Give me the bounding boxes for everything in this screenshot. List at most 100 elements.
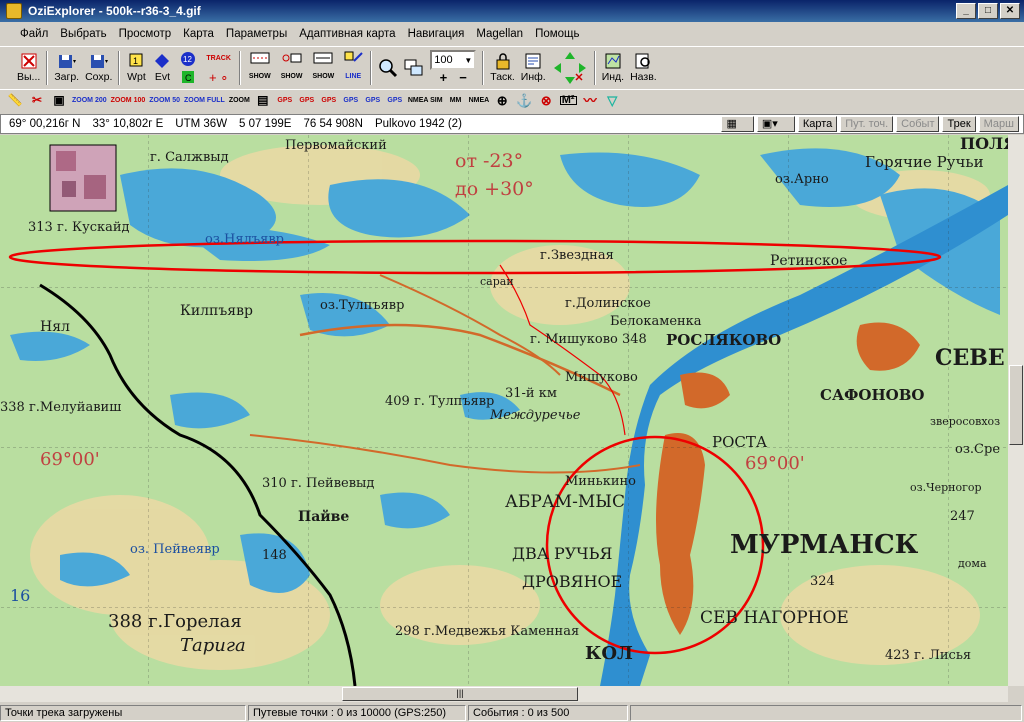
zoom-window-button[interactable]: ZOOM [227, 91, 252, 111]
track-button[interactable]: TRACK + ∘ [201, 49, 236, 87]
map-label-h324: 324 [810, 574, 835, 589]
menu-magellan[interactable]: Magellan [470, 28, 529, 40]
show-events-button[interactable]: SHOW [276, 49, 308, 87]
wpt-button[interactable]: 1 Wpt [123, 49, 149, 87]
exit-button[interactable]: Вы... [14, 49, 43, 87]
gps-button-5[interactable]: GPS [362, 91, 384, 111]
latitude: 69° 00,216г N [9, 118, 81, 130]
screen-button[interactable]: ▣ [48, 91, 70, 111]
info-button[interactable]: Инф. [518, 49, 549, 87]
zoom-control[interactable]: 100 ▼ + − [427, 49, 479, 87]
map-label-minkino: Минькино [565, 474, 636, 489]
task-label: Таск. [490, 71, 515, 83]
menu-map[interactable]: Карта [177, 28, 220, 40]
menu-help[interactable]: Помощь [529, 28, 585, 40]
map-label-nyal: Нял [40, 319, 70, 335]
delete-track-button[interactable]: ✂ [26, 91, 48, 111]
svg-text:12: 12 [183, 55, 192, 64]
menu-select[interactable]: Выбрать [54, 28, 112, 40]
ruler-button[interactable]: 📏 [4, 91, 26, 111]
minimize-button[interactable]: _ [956, 3, 976, 19]
menu-navigation[interactable]: Навигация [402, 28, 471, 40]
topographic-map[interactable]: г. Салжвыд Первомайский от -23° до +30° … [0, 135, 1008, 686]
show-label-1: SHOW [248, 73, 271, 80]
menu-view[interactable]: Просмотр [113, 28, 178, 40]
floppy-icon: ▣▾ [761, 118, 778, 130]
nmea-sim-button[interactable]: NMEA SIM [406, 91, 445, 111]
profile-button[interactable]: 〰 [579, 91, 601, 111]
map-view[interactable]: г. Салжвыд Первомайский от -23° до +30° … [0, 135, 1008, 686]
name-search-button[interactable]: Назв. [627, 49, 660, 87]
mm-button[interactable]: MM [445, 91, 467, 111]
datum: Pulkovo 1942 (2) [374, 118, 462, 130]
map-label-nyaljavr: оз.Нялъявр [205, 232, 284, 247]
gps-button-3[interactable]: GPS [318, 91, 340, 111]
show-routes-button[interactable]: SHOW [307, 49, 339, 87]
track-button[interactable]: Трек [942, 116, 976, 132]
track-plus-icon: + ∘ [208, 69, 229, 85]
zoomfull-button[interactable]: ZOOM FULL [182, 91, 227, 111]
picture-button[interactable]: ▦ [721, 116, 754, 132]
task-button[interactable]: Таск. [487, 49, 518, 87]
funnel-icon: ▽ [607, 93, 618, 108]
map-button[interactable]: Карта [797, 116, 838, 132]
funnel-button[interactable]: ▽ [601, 91, 623, 111]
gps-button-6[interactable]: GPS [384, 91, 406, 111]
map-label-kola: КОЛ [585, 643, 633, 664]
crosshair-button[interactable]: ⊕ [491, 91, 513, 111]
zoom-select[interactable]: 100 ▼ [430, 50, 477, 70]
close-button[interactable]: ✕ [1000, 3, 1020, 19]
save-view-button[interactable]: ▣▾ [756, 116, 795, 132]
line-button[interactable]: LINE [339, 49, 367, 87]
menu-settings[interactable]: Параметры [220, 28, 293, 40]
maximize-button[interactable]: □ [978, 3, 998, 19]
save-button[interactable]: Сохр. [82, 49, 115, 87]
gps-button-1[interactable]: GPS [274, 91, 296, 111]
menu-file[interactable]: Файл [14, 28, 54, 40]
map-label-km31: 31-й км [505, 386, 557, 401]
evt-button[interactable]: Evt [149, 49, 175, 87]
name-label: Назв. [630, 71, 657, 83]
zoom-in-icon[interactable]: + [440, 70, 448, 85]
events-button[interactable]: Событ [896, 116, 940, 132]
map-label-lat6900-right: 69°00' [745, 453, 805, 474]
waypoints-button[interactable]: Пут. точ. [840, 116, 894, 132]
routes-button[interactable]: Марш [978, 116, 1019, 132]
map-label-lat6900-left: 69°00' [40, 449, 100, 470]
secondary-toolbar: 📏 ✂ ▣ ZOOM 200 ZOOM 100 ZOOM 50 ZOOM FUL… [0, 89, 1024, 111]
vertical-scrollbar[interactable] [1008, 135, 1024, 686]
map-label-h16: 16 [10, 586, 30, 605]
map-label-ot: от -23° [455, 150, 523, 172]
waypoints-list-icon [250, 49, 270, 67]
pan-arrows-icon [552, 50, 588, 86]
map-label-pejvevyd: 310 г. Пейвевыд [262, 476, 374, 491]
map-thumbnail[interactable] [49, 144, 117, 212]
nmea-button[interactable]: NMEA [467, 91, 492, 111]
pan-control[interactable] [549, 49, 591, 87]
zoom100-button[interactable]: ZOOM 100 [109, 91, 148, 111]
horizontal-scroll-thumb[interactable]: ||| [342, 687, 578, 701]
show-waypoints-button[interactable]: SHOW [244, 49, 276, 87]
gps-button-4[interactable]: GPS [340, 91, 362, 111]
menu-adaptive-map[interactable]: Адаптивная карта [293, 28, 401, 40]
magnifier-button[interactable] [375, 49, 401, 87]
windows-button[interactable] [401, 49, 427, 87]
zoom-out-icon[interactable]: − [459, 70, 467, 85]
zoom50-button[interactable]: ZOOM 50 [147, 91, 182, 111]
index-button[interactable]: Инд. [599, 49, 627, 87]
gps-device-button[interactable]: ▤ [252, 91, 274, 111]
chart-m-button[interactable]: M² [557, 91, 579, 111]
horizontal-scrollbar[interactable]: ||| [0, 686, 1008, 702]
zoom200-button[interactable]: ZOOM 200 [70, 91, 109, 111]
gps-button-2[interactable]: GPS [296, 91, 318, 111]
anchor-button[interactable]: ⚓ [513, 91, 535, 111]
route-button[interactable]: 12 C [175, 49, 201, 87]
wpt-label: Wpt [127, 71, 146, 83]
picture-icon: ▦ [726, 118, 737, 130]
nmea-sim-label: NMEA SIM [407, 97, 443, 104]
lifebuoy-button[interactable]: ⊗ [535, 91, 557, 111]
vertical-scroll-thumb[interactable] [1009, 365, 1023, 445]
zoomfull-label: ZOOM FULL [183, 97, 225, 104]
save-icon [89, 52, 109, 70]
load-button[interactable]: Загр. [51, 49, 82, 87]
